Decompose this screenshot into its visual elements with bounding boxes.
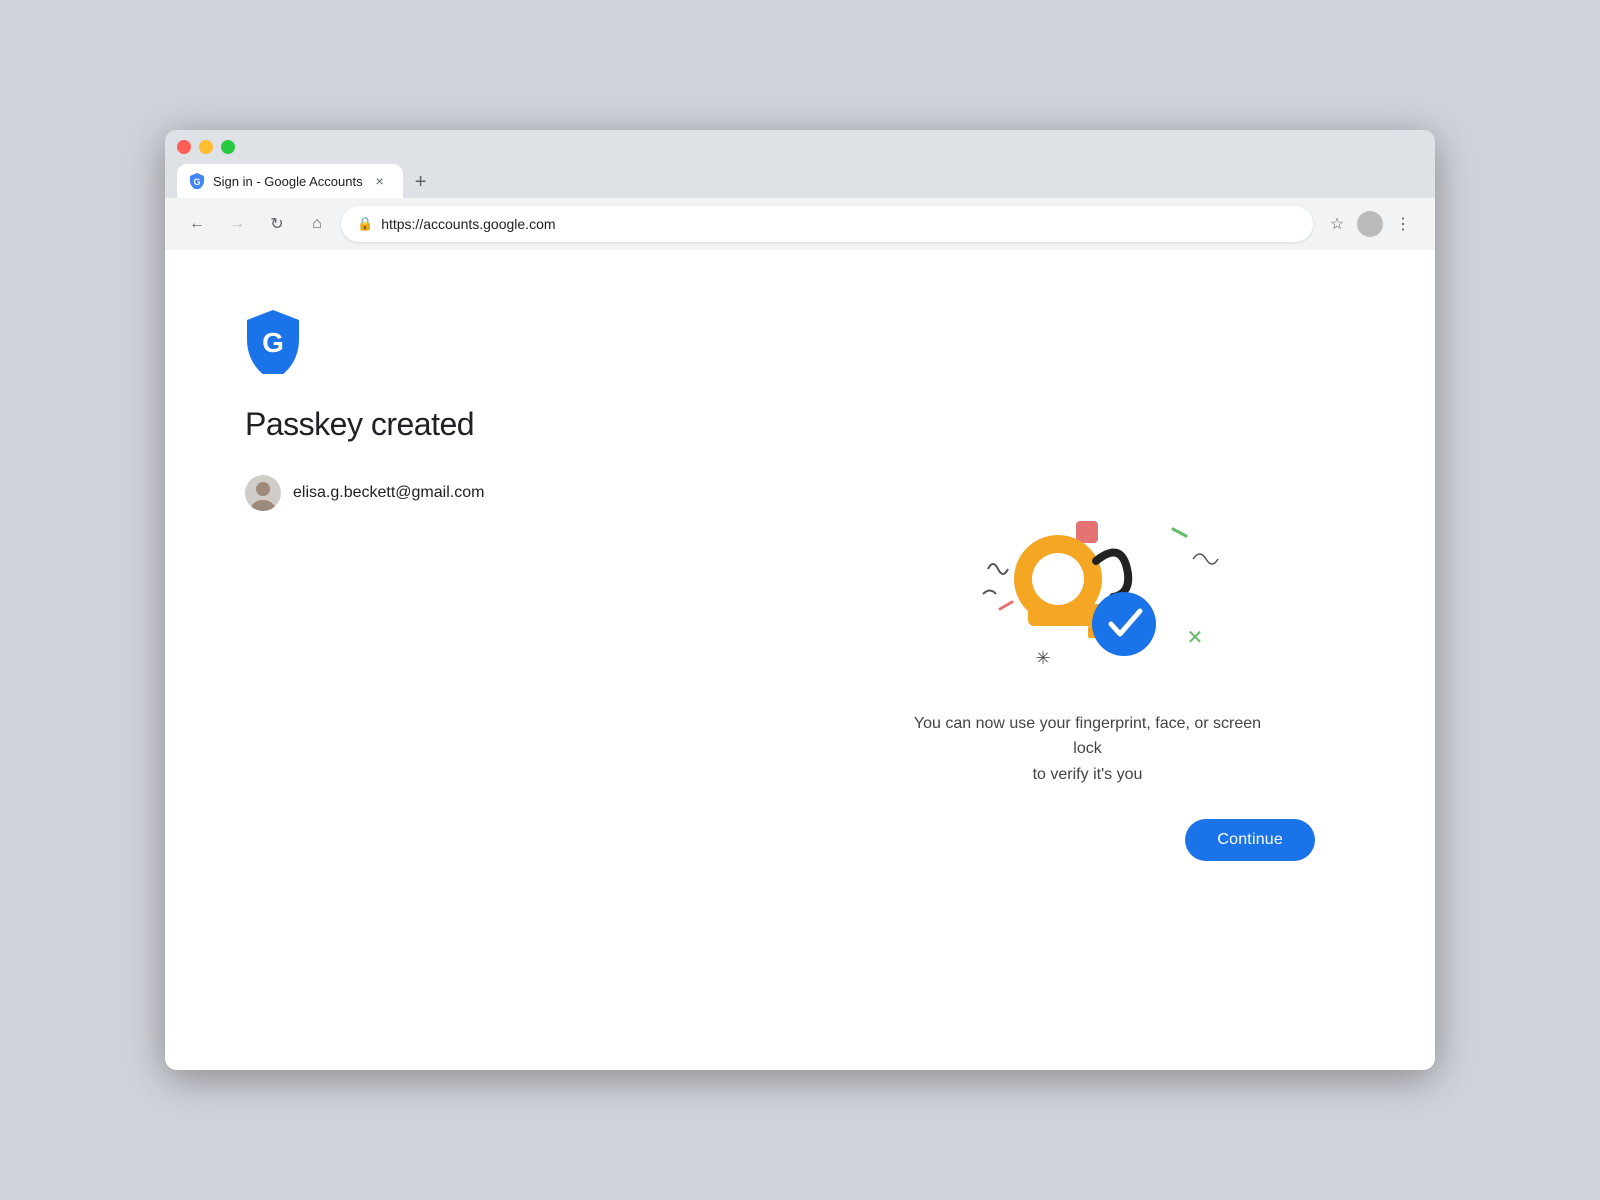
user-avatar (245, 475, 281, 511)
tab-close-button[interactable]: × (371, 172, 389, 190)
title-bar: G Sign in - Google Accounts × + (165, 130, 1435, 198)
nav-bar: ← → ↻ ⌂ 🔒 https://accounts.google.com ☆ … (165, 198, 1435, 250)
bookmark-button[interactable]: ☆ (1321, 208, 1353, 240)
tabs-row: G Sign in - Google Accounts × + (177, 164, 1423, 198)
url-text: https://accounts.google.com (381, 216, 1297, 232)
right-panel: ✳ ✕ You can now use your fingerprint, fa… (820, 310, 1355, 1010)
user-email: elisa.g.beckett@gmail.com (293, 484, 484, 502)
menu-button[interactable]: ⋮ (1387, 208, 1419, 240)
tab-title: Sign in - Google Accounts (213, 174, 363, 189)
description-text: You can now use your fingerprint, face, … (898, 711, 1278, 788)
page-body: G Passkey created elisa.g.beckett@gmail.… (165, 250, 1435, 1070)
svg-text:✕: ✕ (1186, 627, 1203, 649)
page-content: G Passkey created elisa.g.beckett@gmail.… (165, 250, 1435, 1070)
page-title: Passkey created (245, 406, 780, 443)
svg-text:✳: ✳ (1035, 648, 1050, 668)
minimize-window-button[interactable] (199, 140, 213, 154)
close-window-button[interactable] (177, 140, 191, 154)
svg-text:G: G (193, 177, 200, 187)
browser-window: G Sign in - Google Accounts × + ← → ↻ ⌂ … (165, 130, 1435, 1070)
maximize-window-button[interactable] (221, 140, 235, 154)
home-button[interactable]: ⌂ (301, 208, 333, 240)
profile-button[interactable] (1357, 211, 1383, 237)
address-bar[interactable]: 🔒 https://accounts.google.com (341, 206, 1313, 242)
traffic-lights (177, 140, 1423, 154)
lock-icon: 🔒 (357, 216, 373, 232)
forward-button[interactable]: → (221, 208, 253, 240)
new-tab-button[interactable]: + (407, 168, 435, 196)
active-tab[interactable]: G Sign in - Google Accounts × (177, 164, 403, 198)
user-row: elisa.g.beckett@gmail.com (245, 475, 780, 511)
left-panel: G Passkey created elisa.g.beckett@gmail.… (245, 310, 780, 1010)
key-illustration: ✳ ✕ (928, 479, 1248, 679)
continue-button[interactable]: Continue (1185, 819, 1315, 861)
tab-favicon-icon: G (189, 173, 205, 189)
google-shield-logo: G (245, 310, 301, 374)
nav-actions: ☆ ⋮ (1321, 208, 1419, 240)
reload-button[interactable]: ↻ (261, 208, 293, 240)
back-button[interactable]: ← (181, 208, 213, 240)
svg-text:G: G (262, 327, 284, 358)
key-svg: ✳ ✕ (928, 479, 1248, 679)
